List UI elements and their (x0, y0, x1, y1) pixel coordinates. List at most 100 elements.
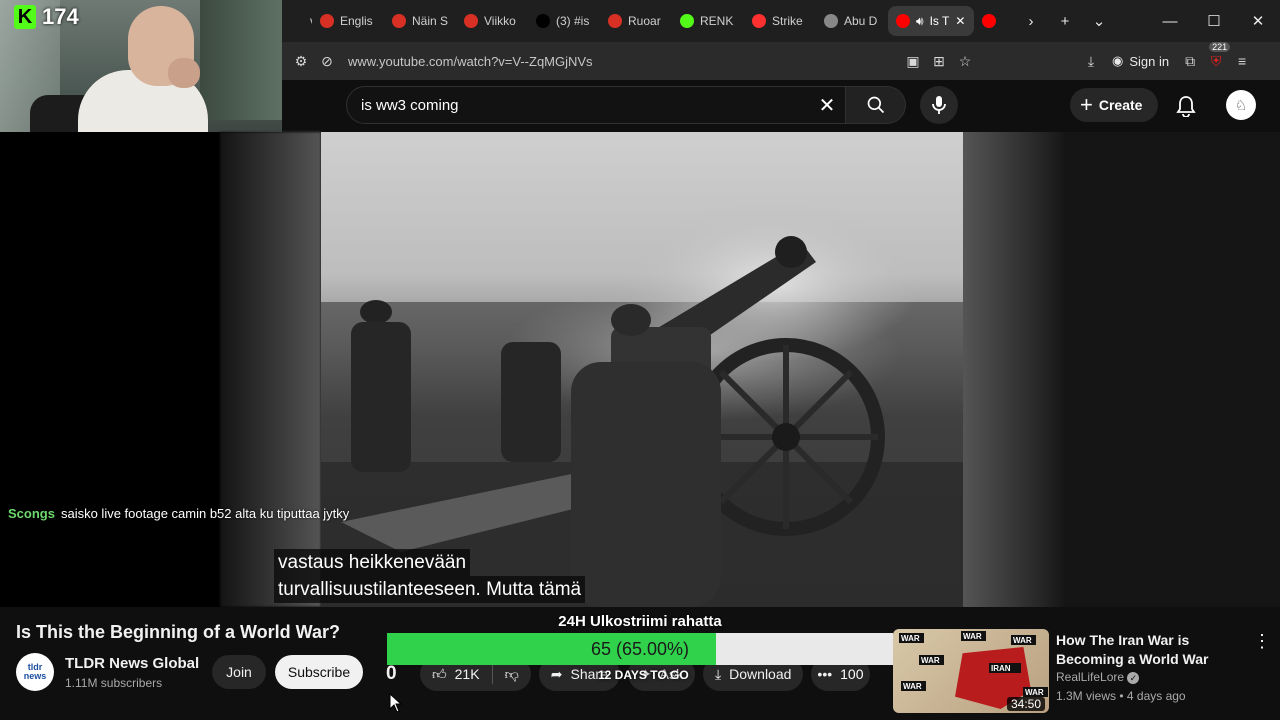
svg-text:WAR: WAR (903, 682, 922, 691)
tab-label: Näin S (412, 14, 449, 28)
bookmark-star-icon[interactable]: ☆ (952, 48, 978, 74)
minimize-icon[interactable]: — (1148, 0, 1192, 42)
ublock-badge: 221 (1209, 42, 1231, 52)
tab-list-chevron-down-icon[interactable]: ⌄ (1082, 6, 1116, 36)
picture-in-picture-icon[interactable]: ▣ (900, 48, 926, 74)
thumbnail-label: WAR (899, 633, 924, 643)
goal-progress-track: 65 (65.00%) (387, 633, 893, 665)
goal-progress-text: 65 (65.00%) (590, 639, 690, 659)
tab-favicon-icon (824, 14, 838, 28)
notifications-bell-icon[interactable] (1172, 92, 1200, 120)
kebab-menu-icon[interactable]: ⋮ (1253, 631, 1271, 652)
more-dots-icon: ••• (817, 666, 833, 682)
recommended-thumbnail[interactable]: WAR WAR IRAN WAR WAR WAR WAR 34:50 (893, 629, 1049, 713)
kick-logo-icon: K (14, 5, 36, 29)
thumbnail-label: WAR (919, 655, 944, 665)
tracking-protection-icon[interactable]: ⊘ (314, 48, 340, 74)
tab-favicon-icon (290, 14, 304, 28)
video-player[interactable]: vastaus heikkenevään turvallisuustilante… (0, 132, 1280, 607)
browser-tab-1[interactable]: Englis (312, 6, 384, 36)
video-duration: 34:50 (1006, 697, 1045, 711)
tab-favicon-icon (464, 14, 478, 28)
account-avatar[interactable]: ♘ (1226, 90, 1256, 120)
share-icon: ➦ (550, 665, 563, 682)
browser-tab-10[interactable] (974, 6, 1014, 36)
thumbnail-label: WAR (961, 631, 986, 641)
voice-search-button[interactable] (920, 86, 958, 124)
tab-label: Ruoar (628, 14, 661, 28)
recommended-channel-name: RealLifeLore (1056, 670, 1125, 684)
search-button[interactable] (846, 86, 906, 124)
tab-scroll-right-icon[interactable]: › (1014, 6, 1048, 36)
search-input[interactable]: is ww3 coming (361, 97, 809, 114)
tab-favicon-icon (982, 14, 996, 28)
mouse-cursor-icon (389, 693, 403, 713)
video-frame (321, 132, 963, 607)
recommended-video[interactable]: WAR WAR IRAN WAR WAR WAR WAR 34:50 How The Ira… (893, 629, 1280, 720)
subtitle-line-1: vastaus heikkenevään (274, 549, 471, 576)
thumbnail-label: IRAN (989, 663, 1021, 673)
plus-icon: + (1080, 92, 1093, 117)
goal-days-left: 12 DAYS TO GO (598, 668, 689, 682)
new-tab-icon[interactable]: + (1048, 6, 1082, 36)
browser-tab-4[interactable]: (3) #is (528, 6, 600, 36)
artillery-scene (321, 202, 963, 607)
tab-favicon-icon (896, 14, 910, 28)
tab-favicon-icon (608, 14, 622, 28)
svg-text:IRAN: IRAN (991, 664, 1011, 673)
menu-hamburger-icon[interactable]: ≡ (1229, 48, 1255, 74)
youtube-header: is ww3 coming ✕ + Create ♘ (282, 80, 1280, 132)
tab-audio-icon[interactable]: 🔊︎ (916, 14, 924, 29)
thumbnail-label: WAR (1023, 687, 1048, 697)
viewer-count: 174 (42, 4, 79, 29)
downloads-icon[interactable]: ⤓ (1078, 48, 1104, 74)
verified-check-icon: ✓ (1127, 672, 1140, 684)
browser-tab-5[interactable]: Ruoar (600, 6, 672, 36)
streamer-hand (168, 58, 200, 88)
recommended-channel[interactable]: RealLifeLore ✓ (1056, 670, 1140, 684)
recommended-meta: 1.3M views • 4 days ago (1056, 689, 1186, 703)
account-icon: ◉ (1112, 53, 1124, 68)
tab-label: Strike (772, 14, 803, 28)
svg-text:WAR: WAR (963, 632, 982, 641)
tab-list: v a Englis Näin S Viikko (3) #is Ruoar RENK Str… (282, 6, 1014, 36)
ublock-icon[interactable]: ⛨ 221 (1203, 42, 1231, 74)
save-to-pocket-icon[interactable]: ⊞ (926, 48, 952, 74)
browser-tab-3[interactable]: Viikko (456, 6, 528, 36)
thumbnail-label: WAR (901, 681, 926, 691)
tab-label: Is T (929, 14, 950, 28)
site-settings-icon[interactable]: ⚙ (288, 48, 314, 74)
tab-label: Abu D (844, 14, 878, 28)
tab-close-icon[interactable]: ✕ (955, 14, 965, 28)
tab-favicon-icon (680, 14, 694, 28)
maximize-icon[interactable]: ☐ (1192, 0, 1236, 42)
clear-search-icon[interactable]: ✕ (809, 93, 845, 118)
subtitles: vastaus heikkenevään turvallisuustilante… (274, 549, 586, 603)
browser-tab-8[interactable]: Abu D (816, 6, 888, 36)
browser-tab-6[interactable]: RENK (672, 6, 744, 36)
join-button[interactable]: Join (212, 655, 266, 689)
address-bar: ⚙ ⊘ www.youtube.com/watch?v=V--ZqMGjNVs … (282, 42, 1280, 80)
browser-tab-7[interactable]: Strike (744, 6, 816, 36)
extensions-icon[interactable]: ⧉ (1177, 48, 1203, 74)
sign-in-label: Sign in (1129, 53, 1170, 69)
donation-goal: 24H Ulkostriimi rahatta 65 (65.00%) (387, 612, 893, 666)
goal-zero-label: 0 (386, 663, 397, 684)
channel-name[interactable]: TLDR News Global (65, 655, 199, 672)
url-field[interactable]: www.youtube.com/watch?v=V--ZqMGjNVs (348, 54, 888, 69)
browser-tab-9[interactable]: 🔊︎ Is T ✕ (888, 6, 974, 36)
subscribe-button[interactable]: Subscribe (275, 655, 363, 689)
chat-message: Scongs saisko live footage camin b52 alta… (8, 506, 349, 521)
browser-tab-2[interactable]: Näin S (384, 6, 456, 36)
svg-text:WAR: WAR (1025, 688, 1044, 697)
search-box[interactable]: is ww3 coming ✕ (346, 86, 846, 124)
video-blur-right (963, 132, 1065, 607)
like-count: 21K (454, 666, 480, 682)
chat-username: Scongs (8, 506, 55, 521)
recommended-title[interactable]: How The Iran War is Becoming a World War (1056, 631, 1246, 669)
browser-tab-0[interactable]: v a (282, 6, 312, 36)
close-window-icon[interactable]: ✕ (1236, 0, 1280, 42)
channel-avatar[interactable]: tldr news (16, 653, 54, 691)
sign-in-button[interactable]: ◉ Sign in (1104, 53, 1177, 69)
create-button[interactable]: + Create (1070, 88, 1159, 122)
